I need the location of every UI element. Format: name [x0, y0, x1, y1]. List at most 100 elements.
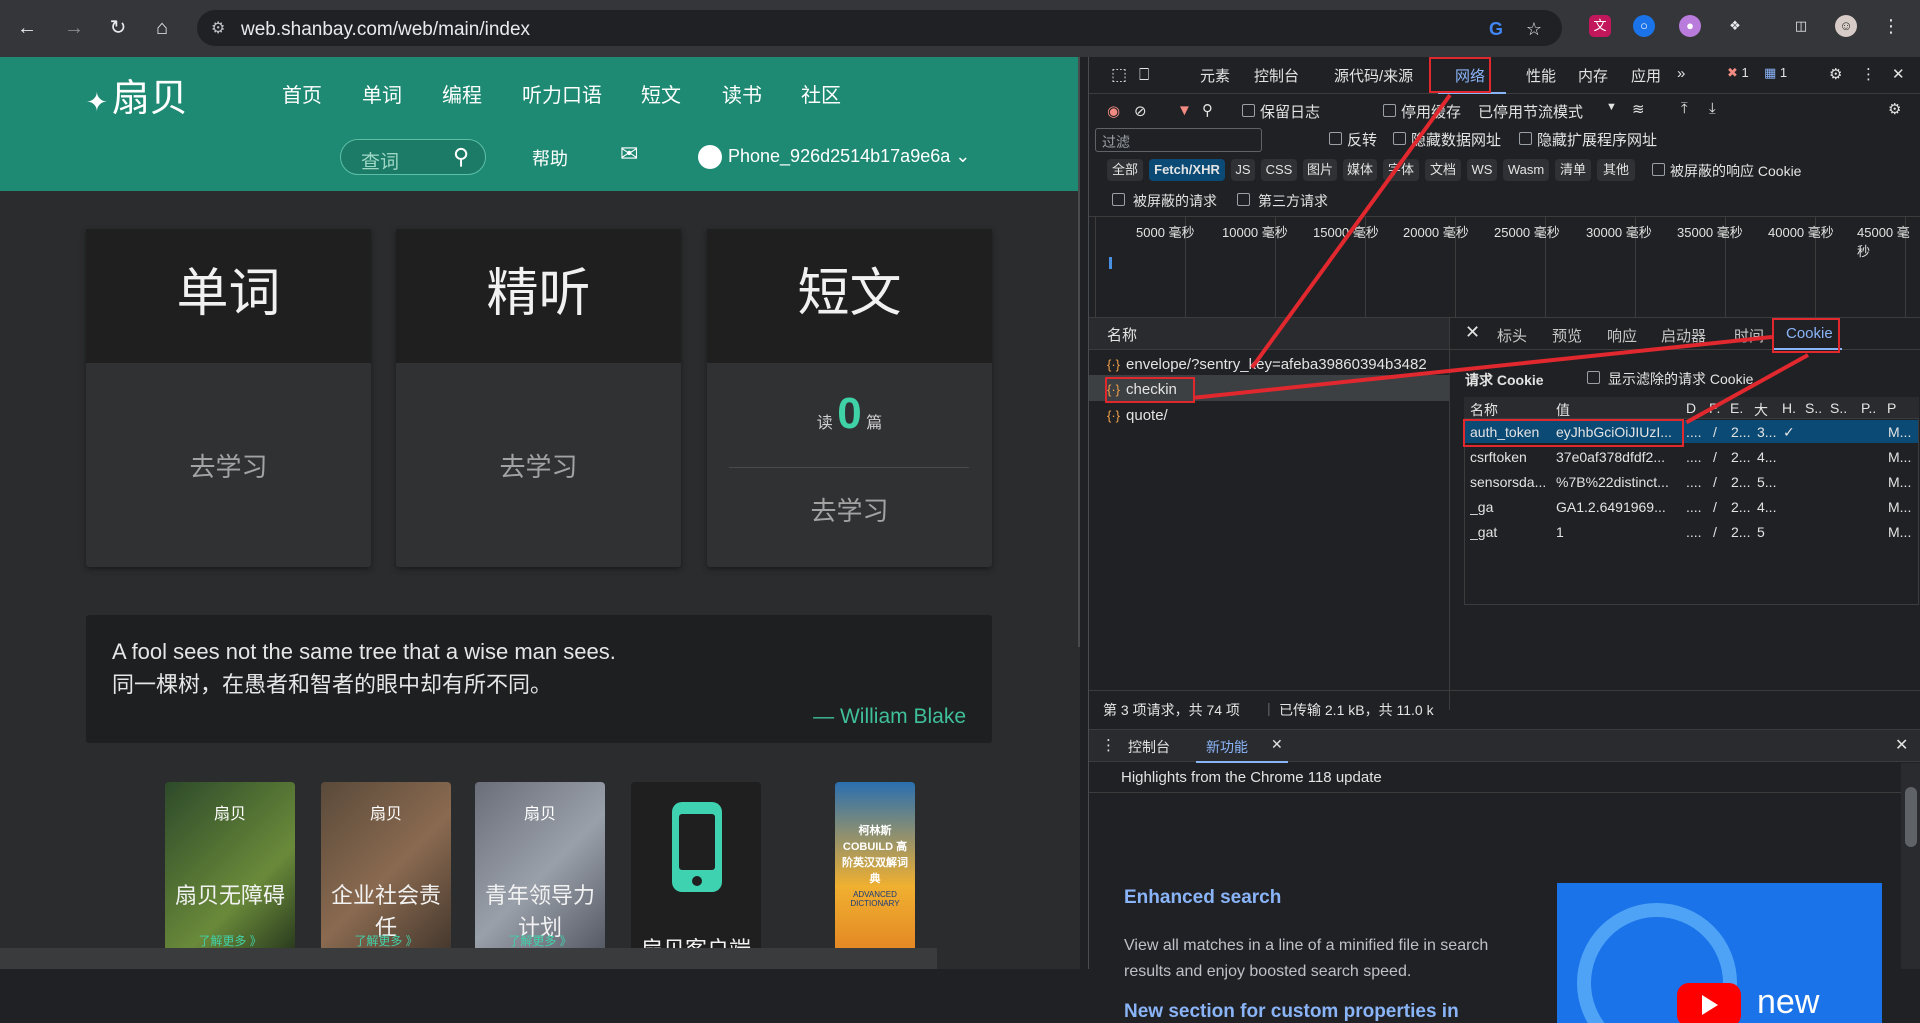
detail-tab-response[interactable]: 响应	[1607, 325, 1637, 346]
filter-chip-css[interactable]: CSS	[1261, 159, 1297, 181]
promo-client-app[interactable]: 扇贝客户端	[631, 782, 761, 969]
search-icon[interactable]: ⚲	[1202, 101, 1213, 119]
error-counter[interactable]: ✖ 1	[1727, 65, 1749, 81]
col-partition[interactable]: P..	[1861, 400, 1876, 416]
name-column-header[interactable]: 名称	[1107, 324, 1137, 345]
import-har-icon[interactable]: ⤒	[1681, 100, 1688, 117]
settings-gear-icon[interactable]: ⚙	[1829, 65, 1842, 83]
bookmark-star-icon[interactable]: ☆	[1523, 18, 1545, 40]
filter-input[interactable]: 过滤	[1095, 128, 1262, 152]
search-icon[interactable]: ⚲	[453, 144, 469, 170]
youtube-play-icon[interactable]	[1677, 983, 1741, 1023]
close-drawer-icon[interactable]: ✕	[1895, 735, 1908, 755]
nav-articles[interactable]: 短文	[641, 79, 681, 108]
col-priority[interactable]: P	[1887, 400, 1896, 416]
col-domain[interactable]: D	[1686, 400, 1696, 416]
col-expires[interactable]: E.	[1730, 400, 1743, 416]
translate-extension-icon[interactable]: 文	[1589, 15, 1611, 37]
drawer-tab-whats-new[interactable]: 新功能	[1206, 737, 1248, 757]
profile-avatar[interactable]: ☺	[1835, 15, 1857, 37]
feature-title-link[interactable]: Enhanced search	[1124, 887, 1281, 909]
shanbay-logo[interactable]: ✦ 扇贝	[86, 67, 188, 122]
filter-chip-doc[interactable]: 文档	[1425, 159, 1461, 181]
drawer-tab-console[interactable]: 控制台	[1128, 737, 1170, 757]
device-toolbar-icon[interactable]: ⎕	[1139, 65, 1149, 85]
blocked-requests-checkbox[interactable]	[1112, 193, 1125, 206]
hide-ext-urls-checkbox[interactable]	[1519, 132, 1532, 145]
filter-chip-js[interactable]: JS	[1231, 159, 1255, 181]
nav-coding[interactable]: 编程	[442, 79, 482, 108]
promo-more-link[interactable]: 了解更多 》	[321, 932, 451, 949]
throttle-select[interactable]: 已停用节流模式	[1478, 101, 1583, 122]
message-counter[interactable]: ▦ 1	[1764, 65, 1787, 81]
nav-words[interactable]: 单词	[362, 79, 402, 108]
col-value[interactable]: 值	[1556, 400, 1570, 420]
card-articles[interactable]: 短文 读 0 篇 去学习	[707, 229, 992, 567]
record-stop-icon[interactable]: ◉	[1107, 102, 1120, 120]
filter-chip-fetch-xhr[interactable]: Fetch/XHR	[1149, 159, 1225, 181]
chrome-menu-icon[interactable]: ⋮	[1880, 15, 1902, 37]
vertical-scrollbar[interactable]	[1078, 57, 1080, 647]
extension-icon-o[interactable]: ○	[1633, 15, 1655, 37]
devtools-menu-icon[interactable]: ⋮	[1861, 65, 1876, 83]
word-search-input[interactable]: 查词 ⚲	[340, 139, 486, 175]
inspect-element-icon[interactable]: ⬚	[1111, 65, 1127, 85]
address-bar[interactable]: ⚙ web.shanbay.com/web/main/index G ☆	[197, 10, 1562, 46]
feature-video-thumbnail[interactable]: new	[1557, 883, 1882, 1023]
filter-chip-img[interactable]: 图片	[1303, 159, 1337, 181]
tab-performance[interactable]: 性能	[1526, 65, 1556, 86]
drawer-menu-icon[interactable]: ⋮	[1101, 736, 1116, 754]
tab-elements[interactable]: 元素	[1200, 65, 1230, 86]
card-listening[interactable]: 精听 去学习	[396, 229, 681, 567]
promo-csr[interactable]: 扇贝 企业社会责任 了解更多 》	[321, 782, 451, 969]
request-row-envelope[interactable]: {·} envelope/?sentry_key=afeba39860394b34…	[1107, 356, 1427, 373]
promo-more-link[interactable]: 了解更多 》	[475, 932, 605, 949]
extensions-puzzle-icon[interactable]: ❖	[1724, 15, 1746, 37]
tab-console[interactable]: 控制台	[1254, 65, 1299, 86]
nav-community[interactable]: 社区	[801, 79, 841, 108]
detail-tab-preview[interactable]: 预览	[1552, 325, 1582, 346]
detail-tab-headers[interactable]: 标头	[1497, 325, 1527, 346]
col-samesite[interactable]: S..	[1830, 400, 1847, 416]
split-divider[interactable]	[1449, 318, 1450, 710]
promo-youth-leadership[interactable]: 扇贝 青年领导力计划 了解更多 》	[475, 782, 605, 969]
home-icon[interactable]: ⌂	[147, 13, 177, 43]
tab-memory[interactable]: 内存	[1578, 65, 1608, 86]
more-tabs-icon[interactable]: »	[1677, 65, 1685, 82]
col-size[interactable]: 大	[1754, 400, 1768, 420]
reload-icon[interactable]: ↻	[103, 13, 133, 43]
network-settings-icon[interactable]: ⚙	[1888, 100, 1901, 118]
filter-chip-other[interactable]: 其他	[1597, 159, 1635, 181]
blocked-cookies-checkbox[interactable]	[1652, 163, 1665, 176]
promo-collins-dictionary[interactable]: 柯林斯COBUILD 高阶英汉双解词典 ADVANCED DICTIONARY	[835, 782, 915, 969]
extension-icon-circle[interactable]: ●	[1679, 15, 1701, 37]
nav-home[interactable]: 首页	[282, 79, 322, 108]
request-row-quote[interactable]: {·} quote/	[1107, 407, 1168, 424]
mail-icon[interactable]: ✉	[620, 141, 638, 167]
filter-chip-ws[interactable]: WS	[1467, 159, 1497, 181]
filter-chip-all[interactable]: 全部	[1107, 159, 1143, 181]
side-panel-icon[interactable]: ◫	[1790, 15, 1812, 37]
third-party-checkbox[interactable]	[1237, 193, 1250, 206]
drawer-scrollbar[interactable]	[1901, 763, 1920, 969]
filter-chip-manifest[interactable]: 清单	[1555, 159, 1591, 181]
filter-chip-wasm[interactable]: Wasm	[1503, 159, 1549, 181]
hide-data-urls-checkbox[interactable]	[1393, 132, 1406, 145]
site-info-icon[interactable]: ⚙	[211, 18, 231, 38]
throttle-dropdown-icon[interactable]: ▼	[1606, 101, 1617, 113]
card-words[interactable]: 单词 去学习	[86, 229, 371, 567]
study-link[interactable]: 去学习	[707, 491, 992, 528]
show-filtered-cookies-checkbox[interactable]	[1587, 371, 1600, 384]
clear-icon[interactable]: ⊘	[1134, 102, 1147, 120]
promo-accessibility[interactable]: 扇贝 扇贝无障碍 了解更多 》	[165, 782, 295, 969]
nav-listening[interactable]: 听力口语	[522, 79, 602, 108]
forward-icon[interactable]: →	[59, 13, 89, 43]
close-tab-icon[interactable]: ✕	[1271, 736, 1283, 753]
user-menu[interactable]: Phone_926d2514b17a9e6a ⌄	[698, 145, 970, 169]
filter-funnel-icon[interactable]: ▼	[1177, 102, 1192, 119]
horizontal-scrollbar[interactable]	[0, 948, 937, 969]
tab-application[interactable]: 应用	[1631, 65, 1661, 86]
promo-more-link[interactable]: 了解更多 》	[165, 932, 295, 949]
close-devtools-icon[interactable]: ✕	[1892, 65, 1905, 83]
nav-books[interactable]: 读书	[722, 79, 762, 108]
